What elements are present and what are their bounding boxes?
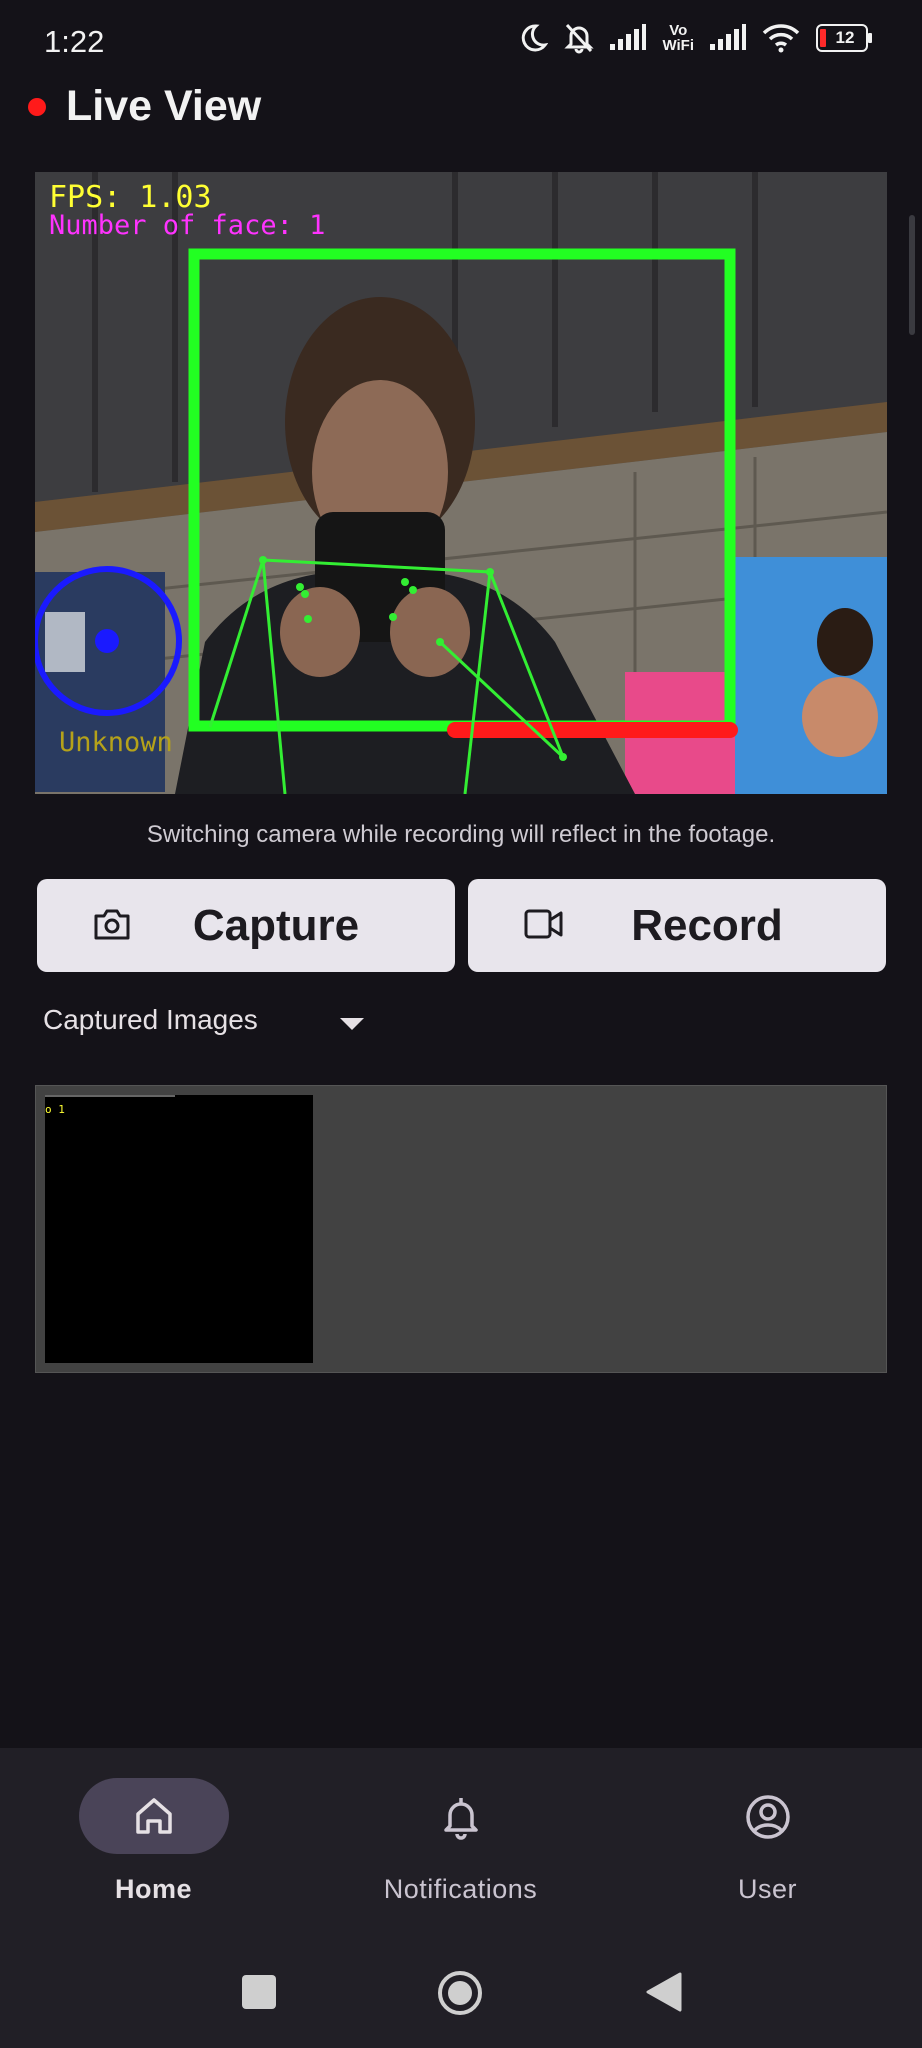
capture-button[interactable]: Capture	[37, 879, 455, 972]
account-circle-icon	[745, 1795, 790, 1839]
thumbnail-top-line	[45, 1095, 175, 1097]
wifi-icon	[762, 24, 800, 53]
scrollbar[interactable]	[909, 215, 915, 335]
videocam-icon	[524, 909, 563, 939]
camera-feed[interactable]: FPS: 1.03 Number of face: 1 Unknown	[35, 172, 887, 794]
bell-icon	[443, 1798, 478, 1840]
page-title: Live View	[66, 82, 262, 130]
battery-level-text: 12	[835, 28, 855, 47]
bell-off-icon	[564, 23, 595, 54]
vowifi-bottom-text: WiFi	[662, 37, 694, 54]
nav-item-home[interactable]: Home	[0, 1748, 307, 1928]
captured-image-thumbnail[interactable]: o 1	[45, 1095, 313, 1363]
camera-frame	[35, 172, 887, 794]
signal-icon	[710, 24, 746, 50]
thumbnail-overlay-text: o 1	[45, 1103, 65, 1116]
live-indicator-dot	[28, 98, 46, 116]
signal-icon	[610, 24, 647, 50]
nav-label-user: User	[737, 1874, 797, 1904]
record-button[interactable]: Record	[468, 879, 886, 972]
status-time: 1:22	[44, 24, 105, 59]
vowifi-top-text: Vo	[669, 22, 688, 39]
record-label: Record	[631, 900, 783, 950]
captured-images-gallery: o 1	[35, 1085, 887, 1373]
nav-label-notifications: Notifications	[383, 1874, 538, 1904]
status-icons: Vo WiFi 12	[518, 22, 872, 54]
dropdown-arrow-icon	[340, 1018, 364, 1030]
nav-label-home: Home	[114, 1874, 192, 1904]
dropdown-label: Captured Images	[43, 1004, 258, 1035]
moon-icon	[522, 24, 549, 52]
captured-images-dropdown[interactable]: Captured Images	[43, 1004, 364, 1036]
back-button[interactable]	[644, 1970, 684, 2014]
battery-icon: 12	[816, 24, 872, 52]
face-count-overlay: Number of face: 1	[49, 210, 326, 241]
capture-label: Capture	[192, 900, 360, 950]
camera-icon	[94, 909, 130, 940]
face-label-overlay: Unknown	[59, 727, 173, 758]
home-icon	[135, 1798, 172, 1834]
nav-item-notifications[interactable]: Notifications	[307, 1748, 614, 1928]
nav-item-user[interactable]: User	[614, 1748, 921, 1928]
recents-button[interactable]	[242, 1975, 276, 2009]
bottom-navigation: Home Notifications User	[0, 1748, 922, 1928]
recording-hint: Switching camera while recording will re…	[146, 821, 776, 848]
vowifi-icon: Vo WiFi	[662, 23, 694, 53]
home-circle-button[interactable]	[437, 1970, 483, 2016]
